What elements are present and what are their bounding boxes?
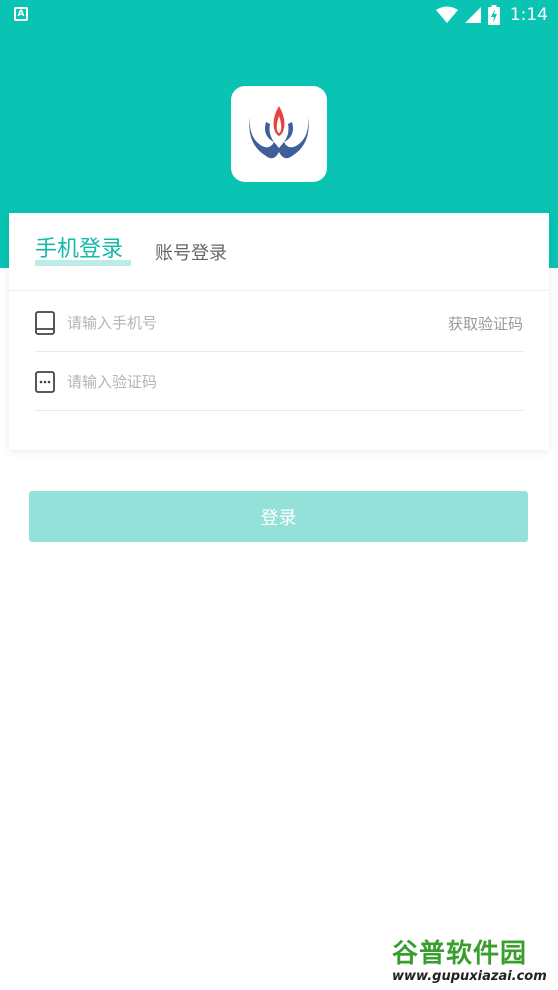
tab-account-login[interactable]: 账号登录 [155,239,227,265]
login-tabs: 手机登录 账号登录 [9,213,549,291]
notification-app-icon: A [14,7,28,21]
site-watermark: 谷普软件园 www.gupuxiazai.com [388,931,558,990]
status-indicators: 1:14 [435,3,548,27]
wifi-icon [435,6,458,23]
login-card: 手机登录 账号登录 获取验证码 [9,213,549,450]
flame-logo-icon [249,106,309,159]
login-button[interactable]: 登录 [29,491,528,542]
phone-input[interactable] [67,309,397,337]
status-time: 1:14 [509,5,548,25]
watermark-title: 谷普软件园 [392,939,528,969]
app-logo [231,86,327,182]
status-bar: A 1:14 [0,0,558,30]
message-code-icon [35,371,55,393]
code-field-row [35,352,523,411]
phone-field-row: 获取验证码 [35,293,523,352]
tab-phone-login[interactable]: 手机登录 [35,231,123,263]
get-verification-code-button[interactable]: 获取验证码 [448,313,523,334]
phone-icon [35,311,55,335]
cellular-signal-icon [464,7,481,23]
battery-charging-icon [487,5,500,25]
watermark-url: www.gupuxiazai.com [392,969,547,984]
verification-code-input[interactable] [67,368,397,396]
